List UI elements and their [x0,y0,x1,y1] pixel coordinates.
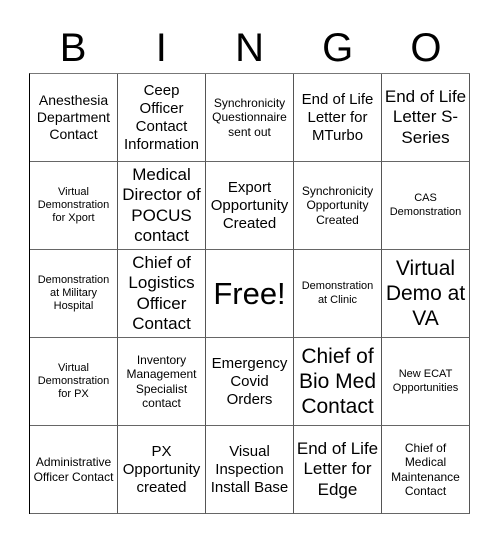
header-letter-n: N [235,26,264,70]
bingo-cell[interactable]: Emergency Covid Orders [206,338,294,426]
bingo-cell[interactable]: PX Opportunity created [118,426,206,514]
bingo-cell[interactable]: Ceep Officer Contact Information [118,74,206,162]
bingo-cell[interactable]: Demonstration at Clinic [294,250,382,338]
bingo-cell[interactable]: Export Opportunity Created [206,162,294,250]
header-letter-i: I [155,26,167,70]
bingo-cell[interactable]: Demonstration at Military Hospital [30,250,118,338]
bingo-cell[interactable]: Medical Director of POCUS contact [118,162,206,250]
bingo-cell[interactable]: Chief of Bio Med Contact [294,338,382,426]
bingo-cell[interactable]: CAS Demonstration [382,162,470,250]
bingo-cell[interactable]: End of Life Letter S- Series [382,74,470,162]
bingo-header: B I N G O [29,20,470,73]
bingo-cell[interactable]: Administrative Officer Contact [30,426,118,514]
bingo-cell[interactable]: Inventory Management Specialist contact [118,338,206,426]
bingo-cell[interactable]: Virtual Demonstration for Xport [30,162,118,250]
bingo-cell[interactable]: End of Life Letter for Edge [294,426,382,514]
free-space[interactable]: Free! [206,250,294,338]
header-letter-o: O [410,26,442,70]
bingo-cell[interactable]: Chief of Medical Maintenance Contact [382,426,470,514]
bingo-cell[interactable]: Virtual Demonstration for PX [30,338,118,426]
bingo-cell[interactable]: End of Life Letter for MTurbo [294,74,382,162]
header-letter-g: G [322,26,354,70]
header-letter-b: B [59,26,87,70]
bingo-card: Anesthesia Department Contact Ceep Offic… [29,73,470,514]
bingo-cell[interactable]: Synchronicity Opportunity Created [294,162,382,250]
bingo-cell[interactable]: Virtual Demo at VA [382,250,470,338]
bingo-cell[interactable]: New ECAT Opportunities [382,338,470,426]
bingo-cell[interactable]: Visual Inspection Install Base [206,426,294,514]
bingo-cell[interactable]: Synchronicity Questionnaire sent out [206,74,294,162]
bingo-cell[interactable]: Anesthesia Department Contact [30,74,118,162]
bingo-cell[interactable]: Chief of Logistics Officer Contact [118,250,206,338]
